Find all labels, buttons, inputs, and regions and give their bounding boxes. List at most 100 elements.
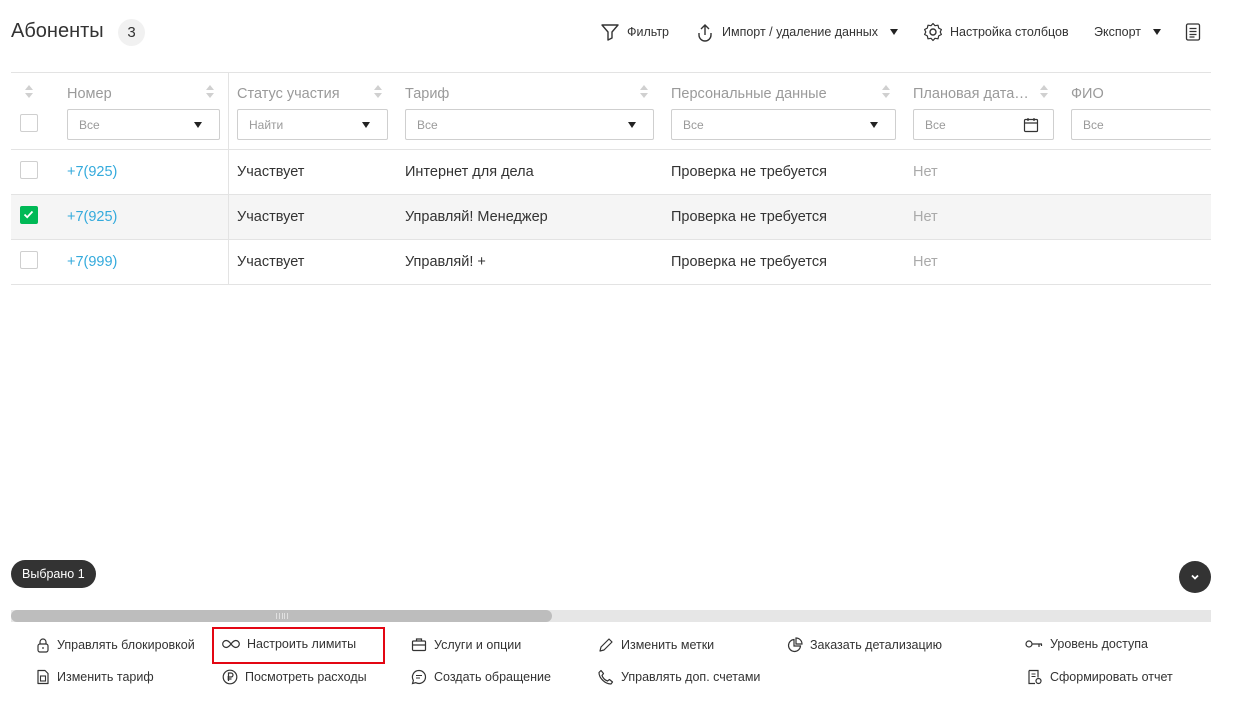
sort-icon[interactable] xyxy=(374,85,382,98)
column-header-full-name[interactable]: ФИО xyxy=(1071,86,1104,102)
status-cell: Участвует xyxy=(237,254,305,270)
chevron-down-icon xyxy=(870,122,878,128)
header-divider xyxy=(11,149,1211,150)
action-label: Управлять доп. счетами xyxy=(621,670,761,684)
filter-value: Все xyxy=(79,117,100,132)
access-level-action[interactable]: Уровень доступа xyxy=(1025,637,1148,651)
sort-icon[interactable] xyxy=(882,85,890,98)
column-header-number[interactable]: Номер xyxy=(67,86,112,102)
manage-extra-accounts-action[interactable]: Управлять доп. счетами xyxy=(598,669,760,685)
action-label: Уровень доступа xyxy=(1050,637,1148,651)
import-label: Импорт / удаление данных xyxy=(722,25,879,39)
lock-icon xyxy=(36,637,50,653)
order-details-action[interactable]: Заказать детализацию xyxy=(787,637,942,653)
selected-count-chip: Выбрано 1 xyxy=(11,560,96,588)
planned-date-cell: Нет xyxy=(913,164,938,180)
scrollbar-grip xyxy=(276,613,288,619)
number-filter-select[interactable]: Все xyxy=(67,109,220,140)
row-divider xyxy=(11,194,1211,195)
row-divider xyxy=(11,284,1211,285)
list-view-icon[interactable] xyxy=(1185,23,1201,41)
filter-icon xyxy=(600,22,620,42)
export-button[interactable]: Экспорт xyxy=(1094,22,1161,42)
ruble-icon xyxy=(222,669,238,685)
status-filter-select[interactable]: Найти xyxy=(237,109,388,140)
pencil-icon xyxy=(598,637,614,653)
row-checkbox-checked[interactable] xyxy=(20,206,38,224)
import-delete-button[interactable]: Импорт / удаление данных xyxy=(695,22,899,42)
chevron-down-icon xyxy=(1191,574,1199,580)
tariff-filter-select[interactable]: Все xyxy=(405,109,654,140)
action-label: Управлять блокировкой xyxy=(57,638,195,652)
sort-icon[interactable] xyxy=(640,85,648,98)
calendar-icon[interactable] xyxy=(1023,117,1039,133)
chevron-down-icon xyxy=(362,122,370,128)
filter-value: Все xyxy=(417,117,438,132)
count-badge: 3 xyxy=(118,19,145,46)
create-request-action[interactable]: Создать обращение xyxy=(411,669,551,685)
filter-value: Все xyxy=(1083,117,1104,132)
chevron-down-icon xyxy=(194,122,202,128)
filter-label: Фильтр xyxy=(627,25,669,39)
key-icon xyxy=(1025,638,1043,650)
phone-number-link[interactable]: +7(925) xyxy=(67,209,117,225)
column-header-tariff[interactable]: Тариф xyxy=(405,86,449,102)
manage-block-action[interactable]: Управлять блокировкой xyxy=(36,637,195,653)
page-title: Абоненты xyxy=(11,20,104,42)
action-label: Услуги и опции xyxy=(434,637,522,652)
row-divider xyxy=(11,239,1211,240)
action-label: Создать обращение xyxy=(434,670,551,684)
select-all-checkbox[interactable] xyxy=(20,114,38,132)
make-report-action[interactable]: Сформировать отчет xyxy=(1027,669,1173,685)
action-label: Сформировать отчет xyxy=(1050,670,1173,684)
phone-icon xyxy=(598,669,614,685)
full-name-filter[interactable]: Все xyxy=(1071,109,1211,140)
action-label: Посмотреть расходы xyxy=(245,670,367,684)
action-label: Заказать детализацию xyxy=(810,638,943,652)
status-cell: Участвует xyxy=(237,209,305,225)
collapse-actions-button[interactable] xyxy=(1179,561,1211,593)
chevron-down-icon xyxy=(1152,29,1161,35)
sort-icon[interactable] xyxy=(25,85,33,98)
filter-value: Найти xyxy=(249,117,284,132)
selected-row-background xyxy=(11,195,1211,239)
sort-icon[interactable] xyxy=(1040,85,1048,98)
column-settings-label: Настройка столбцов xyxy=(950,25,1069,39)
filter-button[interactable]: Фильтр xyxy=(600,22,669,42)
upload-icon xyxy=(695,22,715,42)
table-top-border xyxy=(11,72,1211,73)
tariff-cell: Управляй! Менеджер xyxy=(405,209,548,225)
column-header-planned-date[interactable]: Плановая дата… xyxy=(913,86,1029,102)
highlight-frame xyxy=(212,627,385,664)
tariff-cell: Интернет для дела xyxy=(405,164,534,180)
column-header-status[interactable]: Статус участия xyxy=(237,86,340,102)
column-divider xyxy=(228,72,229,285)
planned-date-cell: Нет xyxy=(913,254,938,270)
services-options-action[interactable]: Услуги и опции xyxy=(411,637,521,652)
personal-data-cell: Проверка не требуется xyxy=(671,209,827,225)
report-icon xyxy=(1027,669,1043,685)
briefcase-icon xyxy=(411,637,427,652)
chevron-down-icon xyxy=(628,122,636,128)
tariff-cell: Управляй! + xyxy=(405,254,486,270)
phone-number-link[interactable]: +7(999) xyxy=(67,254,117,270)
view-expenses-action[interactable]: Посмотреть расходы xyxy=(222,669,367,685)
chevron-down-icon xyxy=(890,29,899,35)
personal-data-cell: Проверка не требуется xyxy=(671,164,827,180)
gear-icon xyxy=(923,22,943,42)
row-checkbox[interactable] xyxy=(20,161,38,179)
phone-number-link[interactable]: +7(925) xyxy=(67,164,117,180)
column-settings-button[interactable]: Настройка столбцов xyxy=(923,22,1069,42)
edit-tags-action[interactable]: Изменить метки xyxy=(598,637,714,653)
sort-icon[interactable] xyxy=(206,85,214,98)
change-tariff-action[interactable]: Изменить тариф xyxy=(36,669,154,685)
planned-date-filter[interactable]: Все xyxy=(913,109,1054,140)
personal-data-cell: Проверка не требуется xyxy=(671,254,827,270)
row-checkbox[interactable] xyxy=(20,251,38,269)
status-cell: Участвует xyxy=(237,164,305,180)
planned-date-cell: Нет xyxy=(913,209,938,225)
chat-bubble-icon xyxy=(411,669,427,685)
column-header-personal-data[interactable]: Персональные данные xyxy=(671,86,827,102)
action-label: Изменить метки xyxy=(621,638,715,652)
personal-data-filter-select[interactable]: Все xyxy=(671,109,896,140)
